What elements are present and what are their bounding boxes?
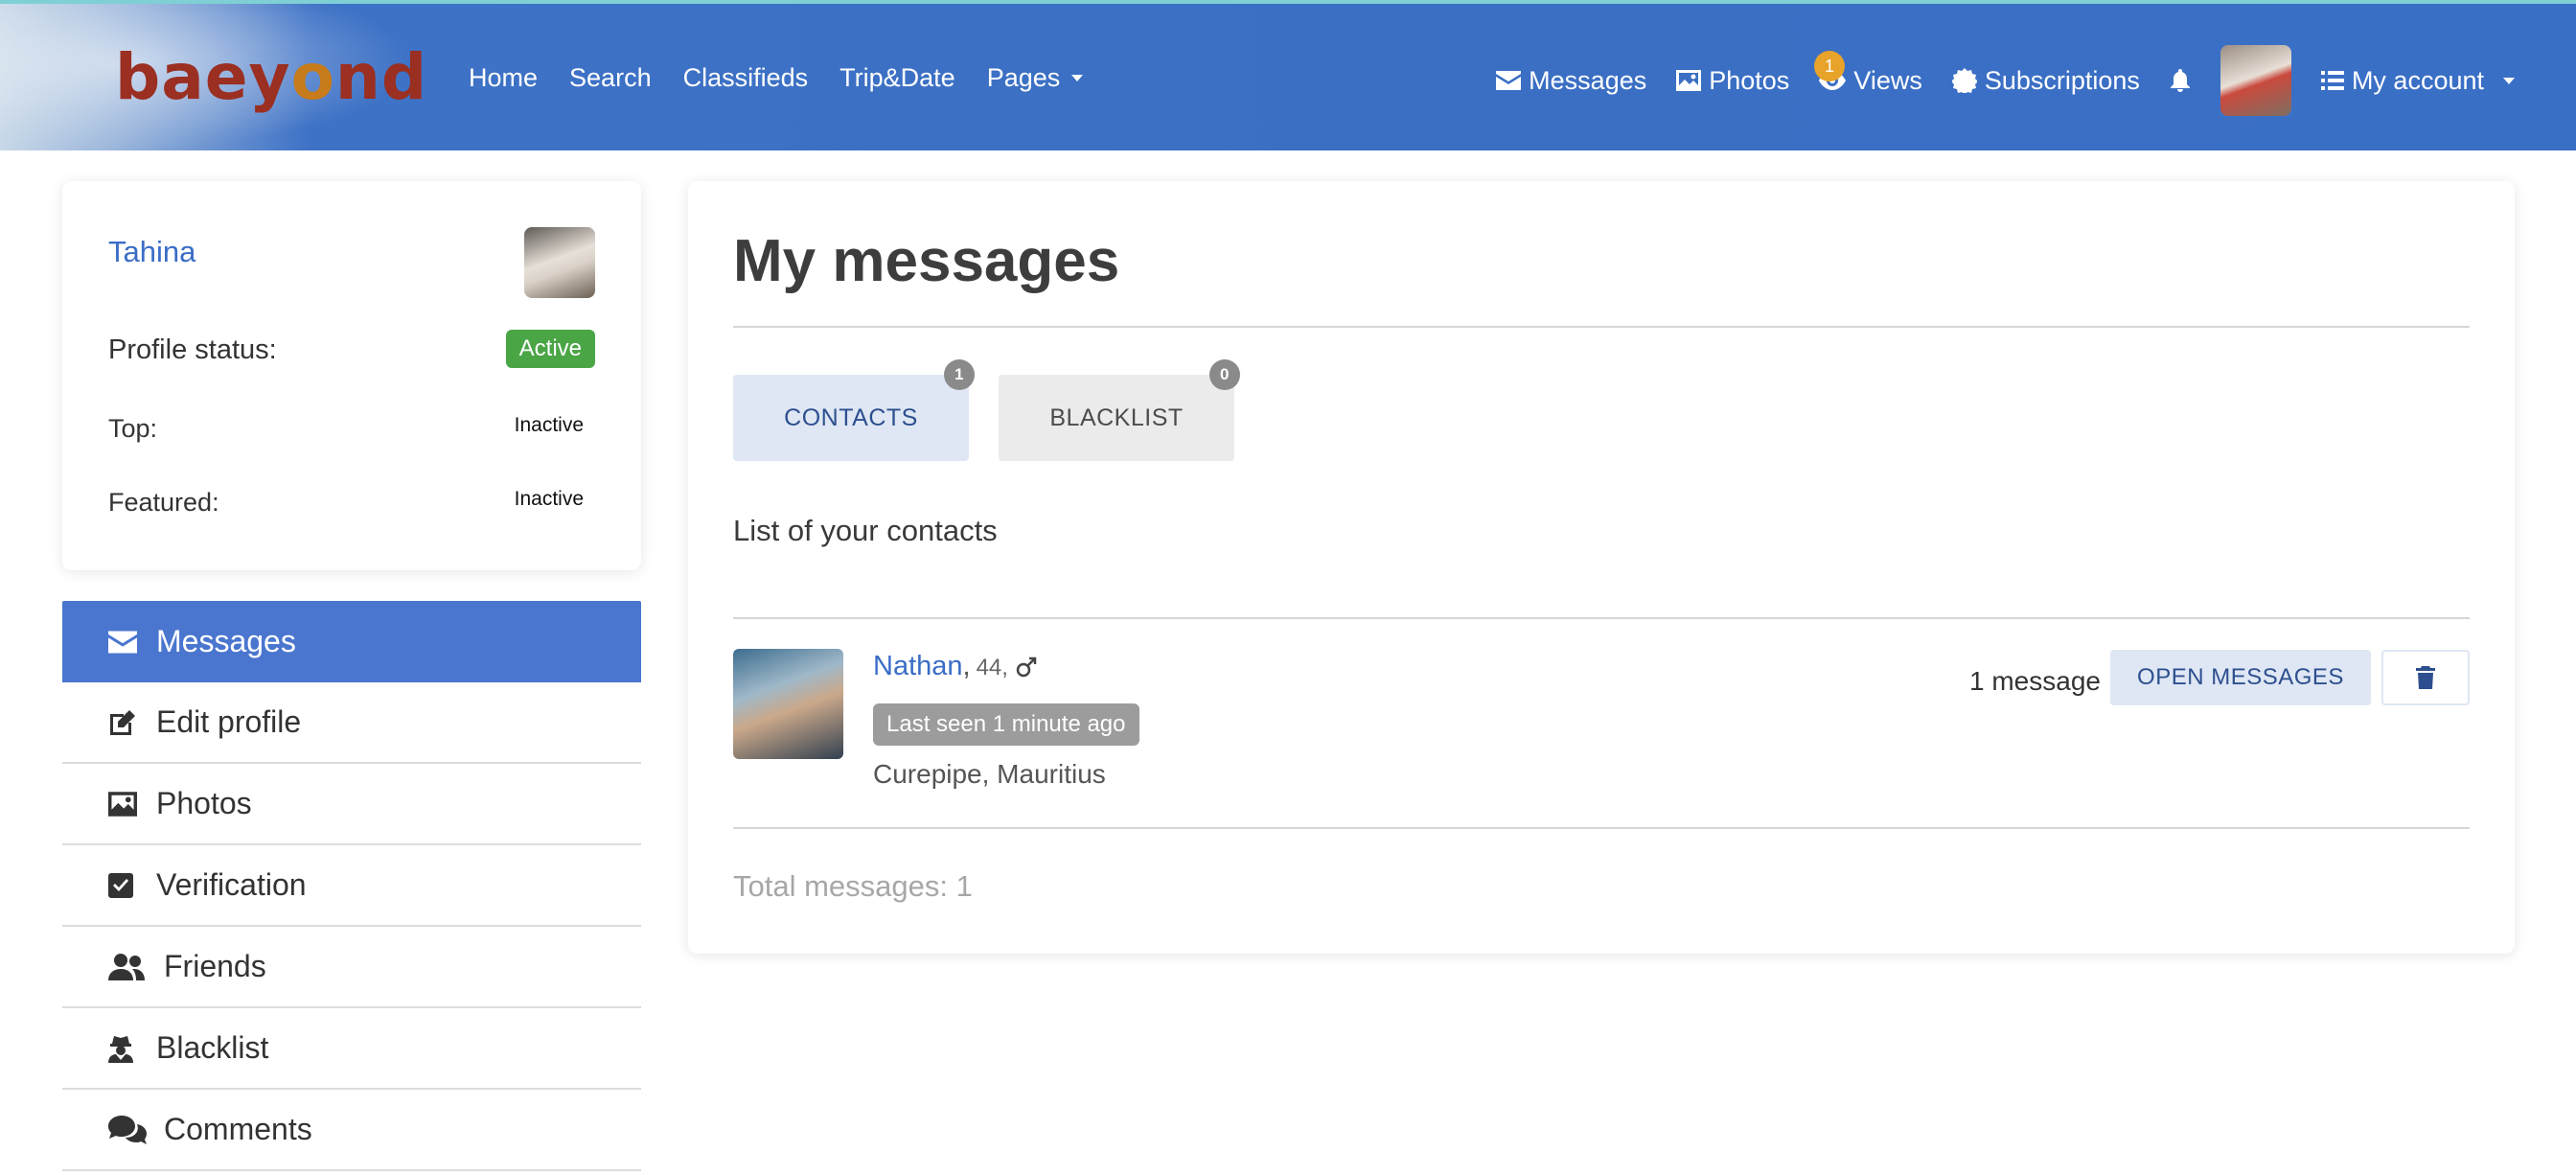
sidebar-item-label: Friends [164,949,266,983]
sidebar-item-verification[interactable]: Verification [62,845,641,927]
open-messages-button[interactable]: OPEN MESSAGES [2110,650,2371,705]
sidebar-item-label: Blacklist [156,1030,269,1065]
edit-icon [108,707,139,738]
profile-avatar[interactable] [524,227,595,298]
title-divider [733,326,2470,328]
nav-photos-label: Photos [1709,65,1790,95]
users-icon [108,952,147,982]
nav-messages-label: Messages [1529,65,1647,95]
profile-status-badge: Active [505,330,595,368]
nav-my-account-label: My account [2351,65,2484,95]
caret-down-icon [2503,77,2515,84]
nav-home[interactable]: Home [469,63,538,93]
logo-text-end: nd [334,40,428,114]
sidebar-item-photos[interactable]: Photos [62,764,641,845]
nav-subscriptions[interactable]: Subscriptions [1951,65,2140,96]
nav-my-account-dropdown[interactable]: My account [2320,65,2515,96]
logo-text-start: baey [115,40,291,114]
views-count-badge: 1 [1814,51,1845,81]
list-icon [2320,71,2344,90]
profile-summary-card: Tahina Profile status: Active Top: Inact… [62,181,641,570]
sidebar-item-friends[interactable]: Friends [62,927,641,1008]
contact-message-count: 1 message [1969,666,2101,696]
top-status-badge: Inactive [502,408,595,443]
site-logo[interactable]: baeyond [115,40,427,114]
contact-header: Nathan, 44, [873,651,1037,682]
check-square-icon [108,870,139,901]
image-icon [108,789,139,819]
sidebar-item-label: Photos [156,786,252,820]
profile-name-link[interactable]: Tahina [108,235,196,269]
image-icon [1676,70,1702,91]
male-icon [1016,657,1037,677]
caret-down-icon [1071,75,1084,81]
featured-label: Featured: [108,488,219,517]
nav-pages-label: Pages [986,63,1061,92]
nav-photos[interactable]: Photos [1676,66,1789,96]
trash-icon [2416,666,2435,689]
user-nav: Messages Photos Views Subscriptions My a… [1496,42,2515,119]
nav-views-label: Views [1853,65,1922,95]
contact-age: 44, [976,655,1008,680]
contacts-list-title: List of your contacts [733,514,998,547]
nav-search[interactable]: Search [569,63,652,93]
nav-pages-dropdown[interactable]: Pages [987,63,1084,93]
main-nav: Home Search Classifieds Trip&Date Pages [469,63,1115,93]
tab-contacts-count-badge: 1 [944,359,975,390]
tab-blacklist-label: BLACKLIST [1049,403,1184,431]
tab-blacklist-count-badge: 0 [1209,359,1240,390]
envelope-icon [108,627,139,657]
sidebar-item-comments[interactable]: Comments [62,1090,641,1171]
nav-subscriptions-label: Subscriptions [1984,65,2140,95]
profile-status-label: Profile status: [108,334,277,365]
sidebar-item-edit-profile[interactable]: Edit profile [62,682,641,764]
list-divider-bottom [733,827,2470,829]
messages-panel: My messages CONTACTS 1 BLACKLIST 0 List … [688,181,2515,954]
bell-icon [2170,69,2190,92]
contact-name-separator: , [962,651,971,681]
sidebar-item-blacklist[interactable]: Blacklist [62,1008,641,1090]
comments-icon [108,1115,147,1145]
tab-contacts[interactable]: CONTACTS 1 [733,359,975,461]
nav-tripdate[interactable]: Trip&Date [840,63,955,93]
sidebar-item-label: Messages [156,624,296,658]
list-divider-top [733,617,2470,619]
badge-icon [1951,68,1977,93]
delete-contact-button[interactable] [2381,650,2470,705]
account-sidebar-menu: Messages Edit profile Photos Verificatio… [62,601,641,1171]
user-secret-icon [108,1033,139,1064]
logo-globe: o [290,40,335,114]
tab-blacklist[interactable]: BLACKLIST 0 [999,359,1240,461]
top-label: Top: [108,414,158,443]
sidebar-item-label: Verification [156,867,307,902]
nav-classifieds[interactable]: Classifieds [683,63,809,93]
last-seen-badge: Last seen 1 minute ago [873,703,1139,746]
tab-contacts-label: CONTACTS [784,403,918,431]
user-avatar[interactable] [2220,45,2291,116]
contact-avatar[interactable] [733,649,843,759]
top-navbar: baeyond Home Search Classifieds Trip&Dat… [0,0,2576,150]
sidebar-item-messages[interactable]: Messages [62,601,641,682]
nav-notifications[interactable] [2170,69,2191,92]
contact-location: Curepipe, Mauritius [873,759,1106,789]
total-messages: Total messages: 1 [733,869,973,903]
envelope-icon [1496,71,1522,90]
sidebar-item-label: Edit profile [156,704,302,739]
sidebar-item-label: Comments [164,1112,312,1146]
nav-messages[interactable]: Messages [1496,66,1646,96]
featured-status-badge: Inactive [502,482,595,517]
page-title: My messages [733,228,1120,294]
contact-name-link[interactable]: Nathan [873,651,963,682]
